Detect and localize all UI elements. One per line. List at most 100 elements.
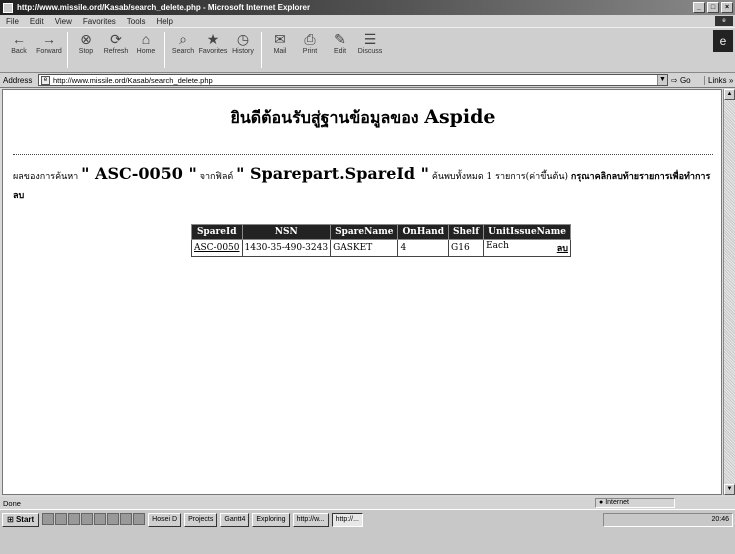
refresh-button[interactable]: ⟳ Refresh xyxy=(101,30,131,70)
search-label: Search xyxy=(171,48,195,55)
system-tray: 20:46 xyxy=(603,513,733,527)
column-header-sparename: SpareName xyxy=(330,224,399,240)
address-input[interactable]: e http://www.missile.ord/Kasab/search_de… xyxy=(38,74,668,86)
ie-logo-icon xyxy=(3,2,13,13)
toolbar-separator xyxy=(261,32,262,68)
quick-launch-icon[interactable] xyxy=(94,513,107,525)
quick-launch-icon[interactable] xyxy=(120,513,133,525)
forward-button[interactable]: → Forward xyxy=(34,30,64,70)
history-button[interactable]: ◷ History xyxy=(228,30,258,70)
result-query: " ASC-0050 " xyxy=(81,164,197,183)
links-button[interactable]: Links » xyxy=(704,75,734,85)
ie-throbber-icon: e xyxy=(713,30,733,52)
windows-taskbar: ⊞ Start Hosei D Projects Gantt4 Explorin… xyxy=(0,509,735,554)
quick-launch-icon[interactable] xyxy=(42,513,55,525)
maximize-button[interactable]: □ xyxy=(707,2,719,13)
discuss-label: Discuss xyxy=(357,48,383,55)
address-label: Address xyxy=(3,75,33,85)
result-field: " Sparepart.SpareId " xyxy=(236,164,429,183)
security-zone: ● Internet xyxy=(595,498,675,508)
quick-launch-icon[interactable] xyxy=(81,513,94,525)
minimize-button[interactable]: _ xyxy=(693,2,705,13)
menu-edit[interactable]: Edit xyxy=(30,17,44,26)
quick-launch-icon[interactable] xyxy=(68,513,81,525)
page-icon: e xyxy=(41,75,50,85)
taskbar-button[interactable]: Gantt4 xyxy=(220,513,250,527)
menu-file[interactable]: File xyxy=(6,17,19,26)
taskbar-button-active[interactable]: http://... xyxy=(331,513,363,527)
menu-view[interactable]: View xyxy=(55,17,72,26)
stop-icon: ⊗ xyxy=(80,31,92,47)
window-controls: _ □ × xyxy=(693,2,733,13)
cell-spareid: ASC-0050 xyxy=(191,239,243,257)
scroll-up-icon[interactable]: ▲ xyxy=(724,89,735,100)
spareid-link[interactable]: ASC-0050 xyxy=(194,243,240,253)
quick-launch-icon[interactable] xyxy=(107,513,120,525)
edit-button[interactable]: ✎ Edit xyxy=(325,30,355,70)
back-arrow-icon: ← xyxy=(12,31,26,47)
edit-icon: ✎ xyxy=(334,31,346,47)
status-bar: Done ● Internet xyxy=(0,497,735,509)
taskbar-button[interactable]: Exploring xyxy=(252,513,290,527)
print-icon: ⎙ xyxy=(304,31,316,47)
menu-favorites[interactable]: Favorites xyxy=(83,17,116,26)
quick-launch-icon[interactable] xyxy=(55,513,68,525)
menu-help[interactable]: Help xyxy=(156,17,172,26)
refresh-icon: ⟳ xyxy=(110,31,122,47)
home-button[interactable]: ⌂ Home xyxy=(131,30,161,70)
result-from-field: จากฟิลด์ xyxy=(199,172,234,182)
column-header-nsn: NSN xyxy=(241,224,332,240)
go-button[interactable]: ⇨ Go xyxy=(671,76,701,85)
discuss-button[interactable]: ☰ Discuss xyxy=(355,30,385,70)
mail-label: Mail xyxy=(273,48,287,55)
search-button[interactable]: ⌕ Search xyxy=(168,30,198,70)
print-label: Print xyxy=(302,48,318,55)
edit-label: Edit xyxy=(333,48,347,55)
column-header-unitissuename: UnitIssueName xyxy=(483,224,571,240)
menu-tools[interactable]: Tools xyxy=(127,17,146,26)
taskbar-button[interactable]: http://w... xyxy=(292,513,329,527)
result-count: ค้นพบทั้งหมด 1 รายการ(ค่าขึ้นต้น) xyxy=(431,172,569,182)
close-button[interactable]: × xyxy=(721,2,733,13)
mail-button[interactable]: ✉ Mail xyxy=(265,30,295,70)
home-label: Home xyxy=(136,48,156,55)
scroll-down-icon[interactable]: ▼ xyxy=(724,484,735,495)
refresh-label: Refresh xyxy=(103,48,129,55)
favorites-label: Favorites xyxy=(198,48,228,55)
search-result-summary: ผลของการค้นหา " ASC-0050 " จากฟิลด์ " Sp… xyxy=(13,164,713,206)
column-header-spareid: SpareId xyxy=(191,224,243,240)
quick-launch-icon[interactable] xyxy=(133,513,146,525)
favorites-button[interactable]: ★ Favorites xyxy=(198,30,228,70)
toolbar-separator xyxy=(164,32,165,68)
unit-value: Each xyxy=(486,241,509,251)
delete-link[interactable]: ลบ xyxy=(557,241,568,255)
divider xyxy=(13,154,713,155)
stop-button[interactable]: ⊗ Stop xyxy=(71,30,101,70)
search-icon: ⌕ xyxy=(179,31,187,47)
chevron-down-icon[interactable]: ▼ xyxy=(657,75,667,85)
back-button[interactable]: ← Back xyxy=(4,30,34,70)
home-icon: ⌂ xyxy=(141,31,151,47)
column-header-shelf: Shelf xyxy=(448,224,485,240)
globe-icon: ● xyxy=(599,499,604,506)
taskbar-button[interactable]: Hosei D xyxy=(148,513,182,527)
toolbar-separator xyxy=(67,32,68,68)
heading-prefix: ยินดีต้อนรับสู่ฐานข้อมูลของ xyxy=(230,108,419,127)
history-icon: ◷ xyxy=(236,31,250,47)
cell-unit: Each ลบ xyxy=(483,239,571,257)
favorites-icon: ★ xyxy=(206,31,220,47)
vertical-scrollbar[interactable]: ▲ ▼ xyxy=(723,89,735,495)
cell-sparename: GASKET xyxy=(330,239,399,257)
standard-toolbar: ← Back → Forward ⊗ Stop ⟳ Refresh ⌂ Home… xyxy=(0,27,735,73)
start-button[interactable]: ⊞ Start xyxy=(2,513,40,527)
windows-logo-icon: e xyxy=(715,16,733,26)
start-label: Start xyxy=(15,515,35,524)
page-heading: ยินดีต้อนรับสู่ฐานข้อมูลของ Aspide xyxy=(3,106,721,131)
taskbar-button[interactable]: Projects xyxy=(184,513,218,527)
table-row: ASC-0050 1430-35-490-3243 GASKET 4 G16 E… xyxy=(191,239,571,257)
stop-label: Stop xyxy=(78,48,94,55)
heading-brand: Aspide xyxy=(424,106,496,128)
print-button[interactable]: ⎙ Print xyxy=(295,30,325,70)
mail-icon: ✉ xyxy=(274,31,286,47)
quick-launch xyxy=(42,513,146,525)
